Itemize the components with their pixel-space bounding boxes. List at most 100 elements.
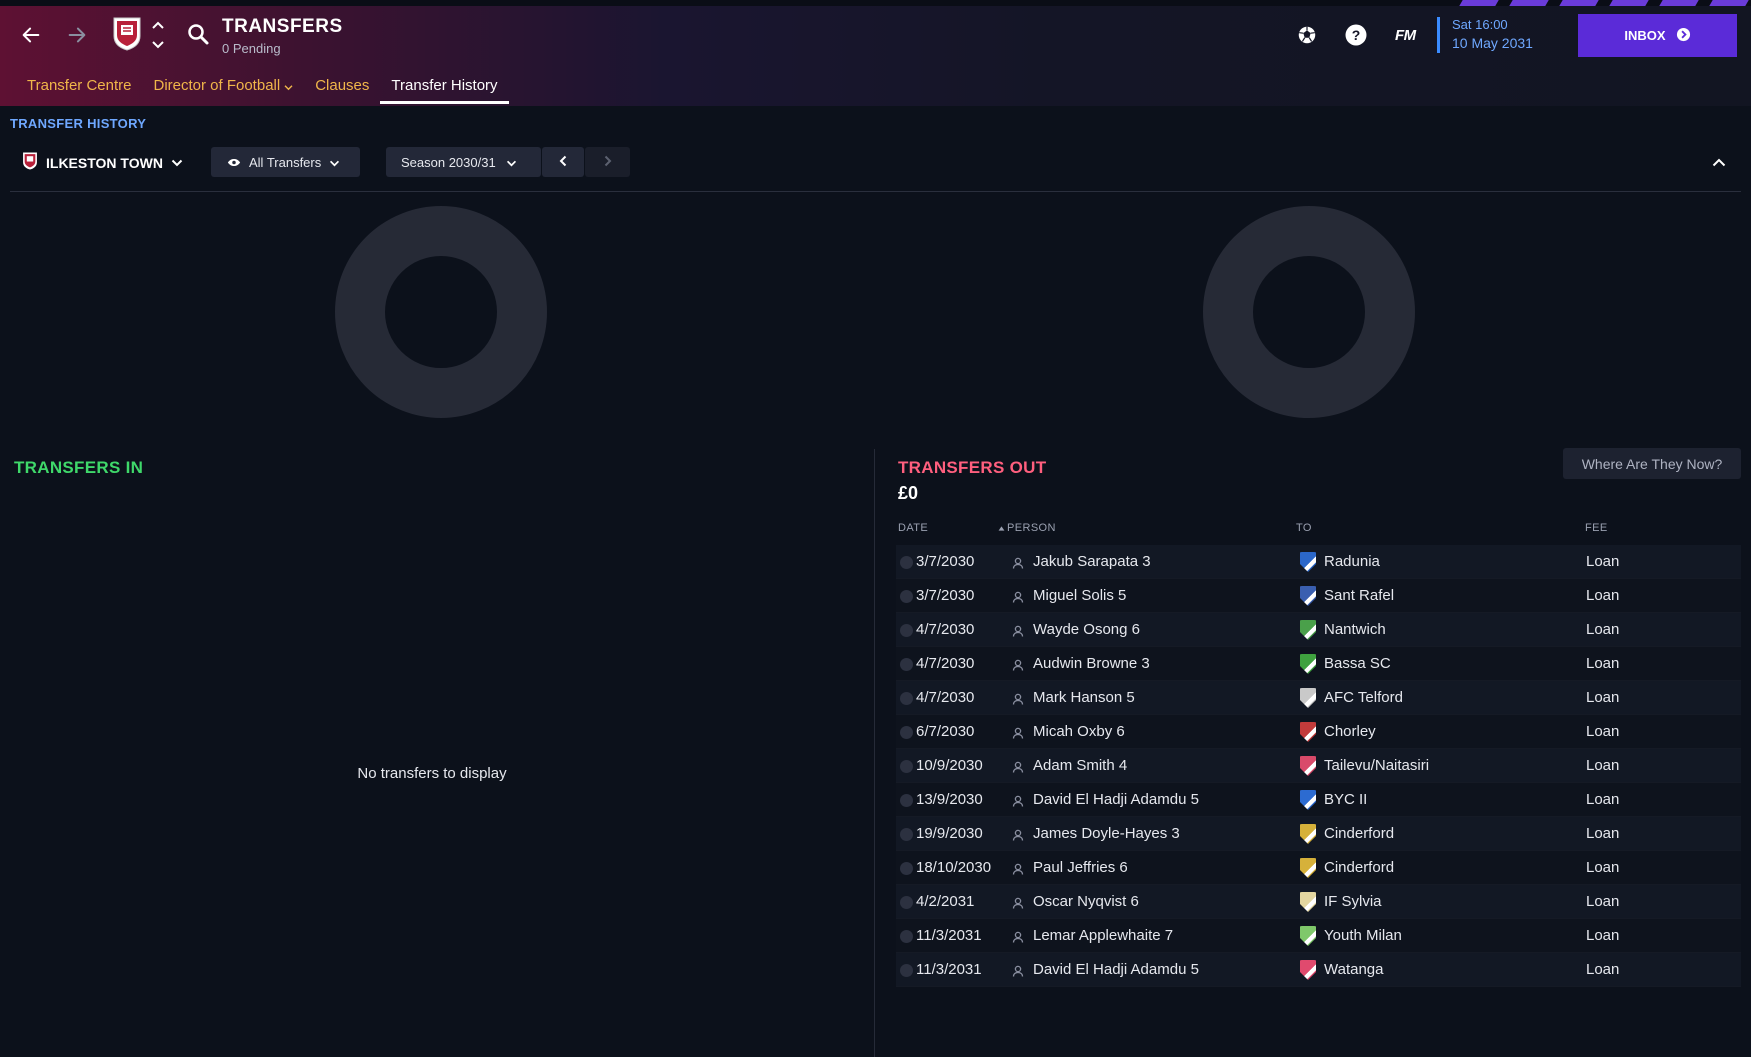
club-badge-icon xyxy=(1300,654,1316,674)
person-icon xyxy=(1012,658,1024,671)
status-check-icon xyxy=(900,624,913,637)
player-name[interactable]: Miguel Solis 5 xyxy=(1033,587,1126,604)
search-icon[interactable] xyxy=(186,22,210,46)
table-row[interactable]: 3/7/2030 Jakub Sarapata 3 Radunia Loan xyxy=(896,545,1741,579)
collapse-icon[interactable] xyxy=(1712,154,1732,170)
tab-label: Clauses xyxy=(315,77,370,94)
status-check-icon xyxy=(900,794,913,807)
player-name[interactable]: Wayde Osong 6 xyxy=(1033,621,1140,638)
football-icon[interactable] xyxy=(1294,22,1320,48)
player-name[interactable]: Jakub Sarapata 3 xyxy=(1033,553,1151,570)
transfer-date: 11/3/2031 xyxy=(916,927,982,944)
transfer-fee: Loan xyxy=(1586,587,1620,604)
tab-label: Director of Football xyxy=(153,77,281,94)
table-row[interactable]: 13/9/2030 David El Hadji Adamdu 5 BYC II Lo… xyxy=(896,783,1741,817)
panel-divider xyxy=(874,449,875,1057)
previous-season-button[interactable] xyxy=(542,147,584,177)
table-row[interactable]: 4/7/2030 Audwin Browne 3 Bassa SC Loan xyxy=(896,647,1741,681)
destination-club[interactable]: Chorley xyxy=(1324,723,1376,740)
inbox-button[interactable]: INBOX xyxy=(1578,14,1737,57)
table-row[interactable]: 19/9/2030 James Doyle-Hayes 3 Cinderford Lo… xyxy=(896,817,1741,851)
destination-club[interactable]: AFC Telford xyxy=(1324,689,1403,706)
transfer-fee: Loan xyxy=(1586,723,1620,740)
status-check-icon xyxy=(900,760,913,773)
table-row[interactable]: 4/7/2030 Wayde Osong 6 Nantwich Loan xyxy=(896,613,1741,647)
destination-club[interactable]: Cinderford xyxy=(1324,859,1394,876)
club-badge-icon xyxy=(1300,926,1316,946)
club-badge-icon xyxy=(1300,756,1316,776)
destination-club[interactable]: Nantwich xyxy=(1324,621,1386,638)
club-badge-icon xyxy=(1300,790,1316,810)
column-header-fee[interactable]: FEE xyxy=(1585,522,1608,534)
next-season-button[interactable] xyxy=(585,147,630,177)
player-name[interactable]: Audwin Browne 3 xyxy=(1033,655,1150,672)
transfer-fee: Loan xyxy=(1586,859,1620,876)
status-check-icon xyxy=(900,556,913,569)
status-check-icon xyxy=(900,726,913,739)
status-check-icon xyxy=(900,862,913,875)
transfer-fee: Loan xyxy=(1586,621,1620,638)
table-row[interactable]: 11/3/2031 Lemar Applewhaite 7 Youth Milan L… xyxy=(896,919,1741,953)
forward-arrow-icon[interactable] xyxy=(62,20,92,50)
table-row[interactable]: 11/3/2031 David El Hadji Adamdu 5 Watanga L… xyxy=(896,953,1741,987)
player-name[interactable]: James Doyle-Hayes 3 xyxy=(1033,825,1180,842)
club-switch-arrows[interactable] xyxy=(150,20,166,50)
game-date: 10 May 2031 xyxy=(1452,35,1533,51)
empty-message: No transfers to display xyxy=(357,765,507,782)
club-crest-icon[interactable] xyxy=(112,16,142,52)
back-arrow-icon[interactable] xyxy=(16,20,46,50)
tab-clauses[interactable]: Clauses xyxy=(304,74,380,104)
destination-club[interactable]: Radunia xyxy=(1324,553,1380,570)
decorative-stripes xyxy=(1451,0,1751,6)
transfers-in-donut xyxy=(335,206,547,418)
player-name[interactable]: Lemar Applewhaite 7 xyxy=(1033,927,1173,944)
club-badge-icon xyxy=(1300,586,1316,606)
destination-club[interactable]: Cinderford xyxy=(1324,825,1394,842)
destination-club[interactable]: Bassa SC xyxy=(1324,655,1391,672)
player-name[interactable]: Oscar Nyqvist 6 xyxy=(1033,893,1139,910)
status-check-icon xyxy=(900,590,913,603)
table-row[interactable]: 4/2/2031 Oscar Nyqvist 6 IF Sylvia Loan xyxy=(896,885,1741,919)
column-header-person[interactable]: PERSON xyxy=(998,522,1056,534)
person-icon xyxy=(1012,930,1024,943)
transfer-date: 4/7/2030 xyxy=(916,655,975,672)
tab-director-of-football[interactable]: Director of Football xyxy=(142,74,304,104)
chevron-left-icon xyxy=(559,155,567,170)
destination-club[interactable]: BYC II xyxy=(1324,791,1367,808)
transfer-fee: Loan xyxy=(1586,689,1620,706)
transfer-date: 11/3/2031 xyxy=(916,961,982,978)
tab-transfer-centre[interactable]: Transfer Centre xyxy=(16,74,142,104)
player-name[interactable]: Adam Smith 4 xyxy=(1033,757,1127,774)
player-name[interactable]: Micah Oxby 6 xyxy=(1033,723,1125,740)
view-filter-dropdown[interactable]: All Transfers xyxy=(211,147,360,177)
status-check-icon xyxy=(900,964,913,977)
destination-club[interactable]: IF Sylvia xyxy=(1324,893,1382,910)
tab-label: Transfer History xyxy=(391,77,498,94)
player-name[interactable]: David El Hadji Adamdu 5 xyxy=(1033,791,1199,808)
table-row[interactable]: 4/7/2030 Mark Hanson 5 AFC Telford Loan xyxy=(896,681,1741,715)
player-name[interactable]: David El Hadji Adamdu 5 xyxy=(1033,961,1199,978)
fm-logo[interactable]: FM xyxy=(1395,27,1416,44)
destination-club[interactable]: Watanga xyxy=(1324,961,1383,978)
tab-transfer-history[interactable]: Transfer History xyxy=(380,74,509,104)
player-name[interactable]: Paul Jeffries 6 xyxy=(1033,859,1128,876)
destination-club[interactable]: Sant Rafel xyxy=(1324,587,1394,604)
table-row[interactable]: 10/9/2030 Adam Smith 4 Tailevu/Naitasiri Lo… xyxy=(896,749,1741,783)
destination-club[interactable]: Youth Milan xyxy=(1324,927,1402,944)
section-divider xyxy=(10,191,1741,192)
season-dropdown[interactable]: Season 2030/31 xyxy=(386,147,541,177)
table-row[interactable]: 6/7/2030 Micah Oxby 6 Chorley Loan xyxy=(896,715,1741,749)
where-are-they-now-button[interactable]: Where Are They Now? xyxy=(1563,448,1741,479)
column-header-date[interactable]: DATE xyxy=(898,522,928,534)
status-check-icon xyxy=(900,692,913,705)
transfer-fee: Loan xyxy=(1586,791,1620,808)
chevron-down-icon xyxy=(506,155,517,170)
club-selector[interactable]: ILKESTON TOWN xyxy=(22,150,183,176)
table-row[interactable]: 3/7/2030 Miguel Solis 5 Sant Rafel Loan xyxy=(896,579,1741,613)
status-check-icon xyxy=(900,930,913,943)
player-name[interactable]: Mark Hanson 5 xyxy=(1033,689,1135,706)
help-icon[interactable]: ? xyxy=(1343,22,1369,48)
table-row[interactable]: 18/10/2030 Paul Jeffries 6 Cinderford Loan xyxy=(896,851,1741,885)
destination-club[interactable]: Tailevu/Naitasiri xyxy=(1324,757,1429,774)
column-header-to[interactable]: TO xyxy=(1296,522,1312,534)
